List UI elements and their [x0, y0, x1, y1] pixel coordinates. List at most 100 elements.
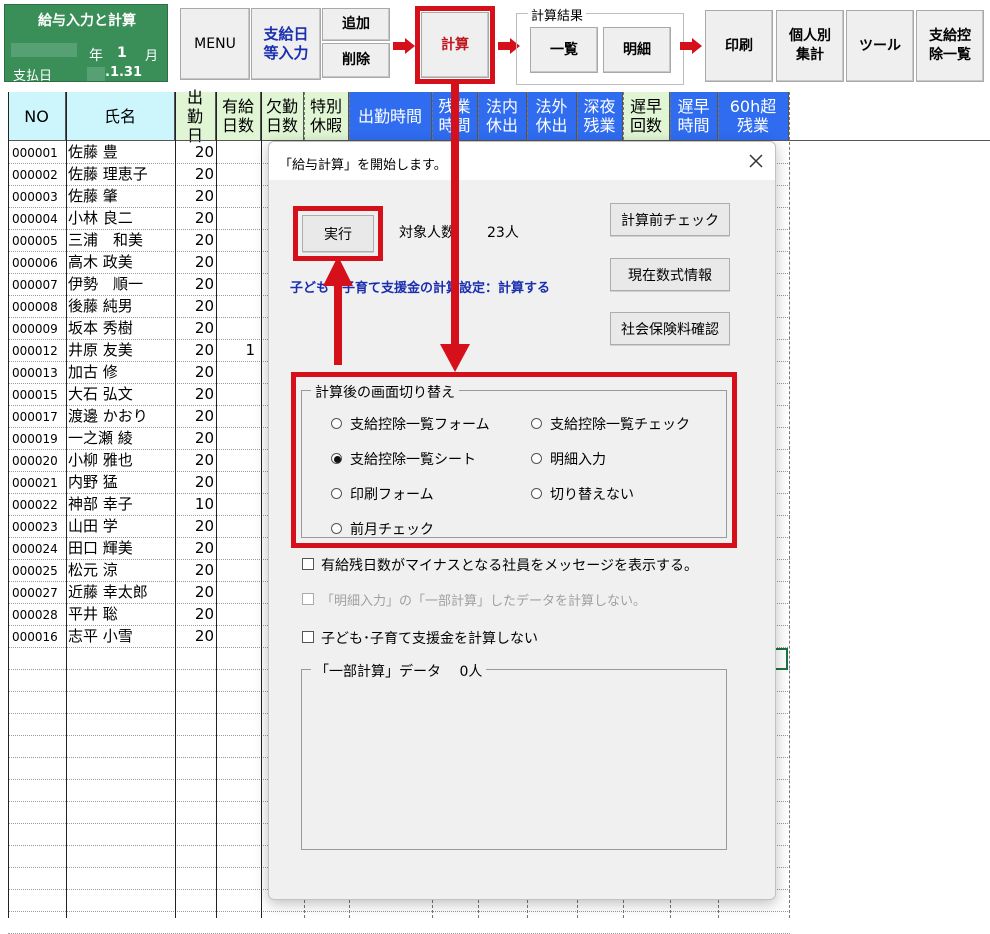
cell-no[interactable]: 000021 [12, 471, 64, 493]
cell-days[interactable]: 20 [176, 603, 214, 625]
cell-days[interactable]: 20 [176, 449, 214, 471]
cell-paid[interactable] [217, 515, 255, 537]
column-header[interactable]: NO [8, 92, 66, 140]
cell-name[interactable]: 志平 小雪 [68, 625, 174, 647]
cell-days[interactable]: 20 [176, 229, 214, 251]
column-header[interactable]: 遅早 時間 [670, 92, 718, 140]
cell-paid[interactable] [217, 383, 255, 405]
cell-days[interactable]: 20 [176, 625, 214, 647]
list-button[interactable]: 一覧 [530, 27, 598, 73]
cell-name[interactable]: 松元 涼 [68, 559, 174, 581]
cell-paid[interactable] [217, 317, 255, 339]
payday-input-button[interactable]: 支給日 等入力 [251, 8, 321, 80]
cell-paid[interactable] [217, 537, 255, 559]
cell-no[interactable]: 000004 [12, 207, 64, 229]
cell-name[interactable]: 平井 聡 [68, 603, 174, 625]
column-header[interactable]: 深夜 残業 [577, 92, 623, 140]
cell-paid[interactable] [217, 361, 255, 383]
cell-days[interactable]: 20 [176, 581, 214, 603]
cell-name[interactable]: 井原 友美 [68, 339, 174, 361]
cell-paid[interactable] [217, 405, 255, 427]
cell-no[interactable]: 000005 [12, 229, 64, 251]
cell-days[interactable]: 20 [176, 317, 214, 339]
cell-name[interactable]: 近藤 幸太郎 [68, 581, 174, 603]
cell-paid[interactable] [217, 251, 255, 273]
active-cell-edge[interactable] [776, 648, 788, 670]
cell-no[interactable]: 000027 [12, 581, 64, 603]
individual-total-button[interactable]: 個人別 集計 [776, 10, 844, 82]
cell-paid[interactable] [217, 581, 255, 603]
cell-days[interactable]: 20 [176, 537, 214, 559]
cell-days[interactable]: 20 [176, 471, 214, 493]
cell-name[interactable]: 加古 修 [68, 361, 174, 383]
column-header[interactable]: 60h超 残業 [718, 92, 789, 140]
cell-no[interactable]: 000013 [12, 361, 64, 383]
cell-name[interactable]: 内野 猛 [68, 471, 174, 493]
column-header[interactable]: 法内 休出 [478, 92, 527, 140]
column-header[interactable]: 氏名 [66, 92, 175, 140]
radio-option[interactable] [331, 488, 342, 499]
column-header[interactable]: 特別 休暇 [304, 92, 349, 140]
column-header[interactable]: 出 勤 日 [175, 88, 216, 145]
cell-days[interactable]: 20 [176, 141, 214, 163]
cell-paid[interactable] [217, 229, 255, 251]
cell-name[interactable]: 佐藤 理恵子 [68, 163, 174, 185]
cell-paid[interactable] [217, 493, 255, 515]
cell-no[interactable]: 000020 [12, 449, 64, 471]
cell-no[interactable]: 000008 [12, 295, 64, 317]
negative-leave-checkbox[interactable] [302, 558, 314, 570]
cell-days[interactable]: 10 [176, 493, 214, 515]
cell-days[interactable]: 20 [176, 405, 214, 427]
column-header[interactable]: 遅早 回数 [623, 92, 670, 140]
column-header[interactable]: 有給 日数 [216, 92, 261, 140]
radio-option[interactable] [531, 418, 542, 429]
cell-name[interactable]: 佐藤 肇 [68, 185, 174, 207]
cell-no[interactable]: 000006 [12, 251, 64, 273]
cell-no[interactable]: 000001 [12, 141, 64, 163]
child-support-checkbox[interactable] [302, 631, 314, 643]
cell-paid[interactable] [217, 273, 255, 295]
cell-no[interactable]: 000007 [12, 273, 64, 295]
cell-paid[interactable] [217, 603, 255, 625]
menu-button[interactable]: MENU [180, 8, 250, 80]
cell-name[interactable]: 大石 弘文 [68, 383, 174, 405]
cell-no[interactable]: 000012 [12, 339, 64, 361]
cell-paid[interactable] [217, 295, 255, 317]
cell-paid[interactable] [217, 427, 255, 449]
cell-paid[interactable] [217, 625, 255, 647]
radio-option[interactable] [531, 488, 542, 499]
tools-button[interactable]: ツール [846, 10, 914, 82]
cell-no[interactable]: 000017 [12, 405, 64, 427]
partial-calc-checkbox[interactable] [302, 593, 314, 605]
cell-paid[interactable]: 1 [217, 339, 255, 361]
cell-name[interactable]: 渡邊 かおり [68, 405, 174, 427]
cell-paid[interactable] [217, 449, 255, 471]
cell-name[interactable]: 坂本 秀樹 [68, 317, 174, 339]
cell-days[interactable]: 20 [176, 207, 214, 229]
column-header[interactable]: 欠勤 日数 [261, 92, 304, 140]
cell-paid[interactable] [217, 163, 255, 185]
calculate-button[interactable]: 計算 [421, 12, 489, 78]
cell-days[interactable]: 20 [176, 515, 214, 537]
cell-paid[interactable] [217, 185, 255, 207]
cell-name[interactable]: 佐藤 豊 [68, 141, 174, 163]
cell-paid[interactable] [217, 141, 255, 163]
radio-option[interactable] [331, 523, 342, 534]
cell-name[interactable]: 神部 幸子 [68, 493, 174, 515]
cell-no[interactable]: 000022 [12, 493, 64, 515]
cell-no[interactable]: 000009 [12, 317, 64, 339]
cell-name[interactable]: 小林 良二 [68, 207, 174, 229]
column-header[interactable]: 法外 休出 [527, 92, 577, 140]
cell-paid[interactable] [217, 471, 255, 493]
cell-name[interactable]: 田口 輝美 [68, 537, 174, 559]
cell-no[interactable]: 000024 [12, 537, 64, 559]
cell-no[interactable]: 000028 [12, 603, 64, 625]
cell-name[interactable]: 後藤 純男 [68, 295, 174, 317]
cell-no[interactable]: 000016 [12, 625, 64, 647]
radio-option[interactable] [531, 453, 542, 464]
cell-no[interactable]: 000002 [12, 163, 64, 185]
cell-days[interactable]: 20 [176, 559, 214, 581]
detail-button[interactable]: 明細 [603, 27, 671, 73]
cell-days[interactable]: 20 [176, 361, 214, 383]
column-header[interactable]: 出勤時間 [349, 92, 432, 140]
